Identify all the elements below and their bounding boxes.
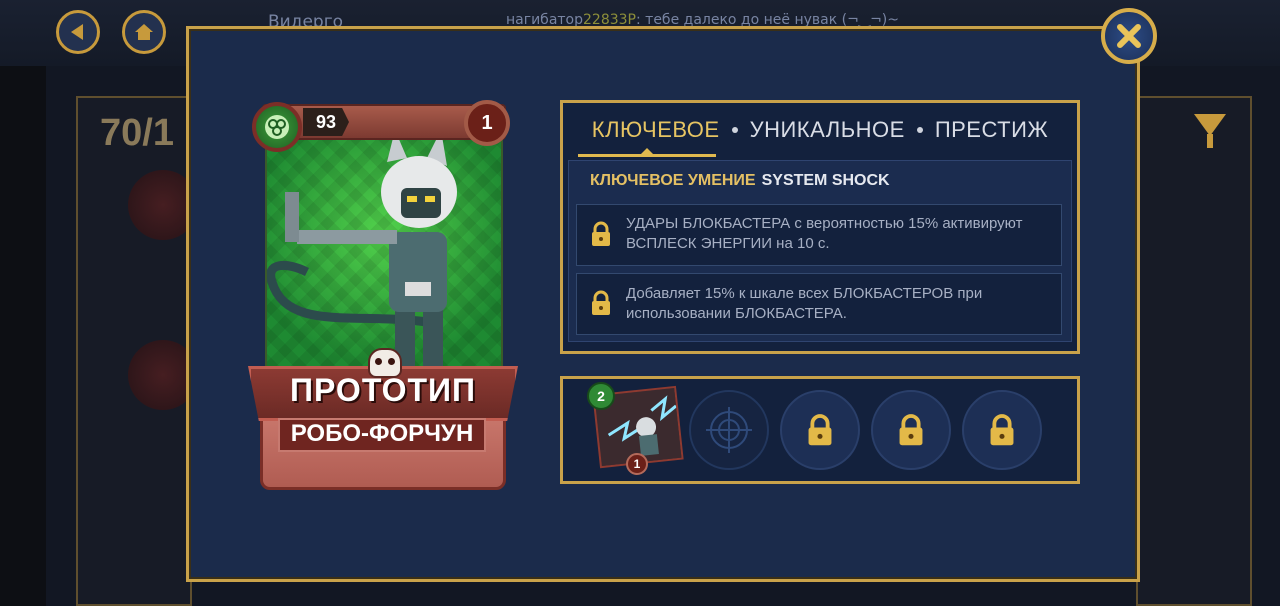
copies-badge: 1 <box>464 100 510 146</box>
home-icon <box>135 24 153 40</box>
skill-heading: КЛЮЧЕВОЕ УМЕНИЕ SYSTEM SHOCK <box>590 172 890 190</box>
robo-fortune-character-art <box>267 130 457 368</box>
locked-move-slot[interactable] <box>780 390 860 470</box>
element-badge <box>252 102 302 152</box>
lock-icon <box>899 414 923 446</box>
lock-icon <box>592 290 610 315</box>
tab-signature[interactable]: КЛЮЧЕВОЕ <box>580 117 732 143</box>
background-right-panel <box>1136 96 1252 606</box>
lock-icon <box>808 414 832 446</box>
back-button[interactable] <box>56 10 100 54</box>
character-portrait <box>265 120 503 370</box>
filter-icon[interactable] <box>1194 114 1226 136</box>
active-tab-underline <box>578 154 716 157</box>
home-button[interactable] <box>122 10 166 54</box>
skill-heading-label: КЛЮЧЕВОЕ УМЕНИЕ <box>590 172 756 189</box>
lock-icon <box>990 414 1014 446</box>
triskelion-element-icon <box>265 115 289 139</box>
back-arrow-icon <box>71 24 83 40</box>
tab-unique[interactable]: УНИКАЛЬНОЕ <box>738 117 917 143</box>
fighter-score: 93 <box>303 108 349 136</box>
locked-move-slot[interactable] <box>962 390 1042 470</box>
tab-prestige[interactable]: ПРЕСТИЖ <box>923 117 1060 143</box>
lock-icon <box>592 221 610 246</box>
move-level-badge: 2 <box>587 382 615 410</box>
active-tab-caret <box>641 148 653 154</box>
close-button[interactable] <box>1101 8 1157 64</box>
roster-counter: 70/1 <box>100 112 174 154</box>
filter-icon-stem <box>1207 134 1213 148</box>
skill-effect-text: Добавляет 15% к шкале всех БЛОКБАСТЕРОВ … <box>626 285 983 322</box>
character-subname: РОБО-ФОРЧУН <box>290 420 474 447</box>
skill-effect-text: УДАРЫ БЛОКБАСТЕРА с вероятностью 15% акт… <box>626 215 1023 252</box>
locked-move-slot[interactable] <box>871 390 951 470</box>
crosshair-icon <box>706 407 752 453</box>
character-name: ПРОТОТИП <box>290 372 476 408</box>
skill-heading-name: SYSTEM SHOCK <box>761 172 890 189</box>
move-count-badge: 1 <box>626 453 648 475</box>
empty-move-slot[interactable] <box>689 390 769 470</box>
close-icon <box>1117 24 1141 48</box>
